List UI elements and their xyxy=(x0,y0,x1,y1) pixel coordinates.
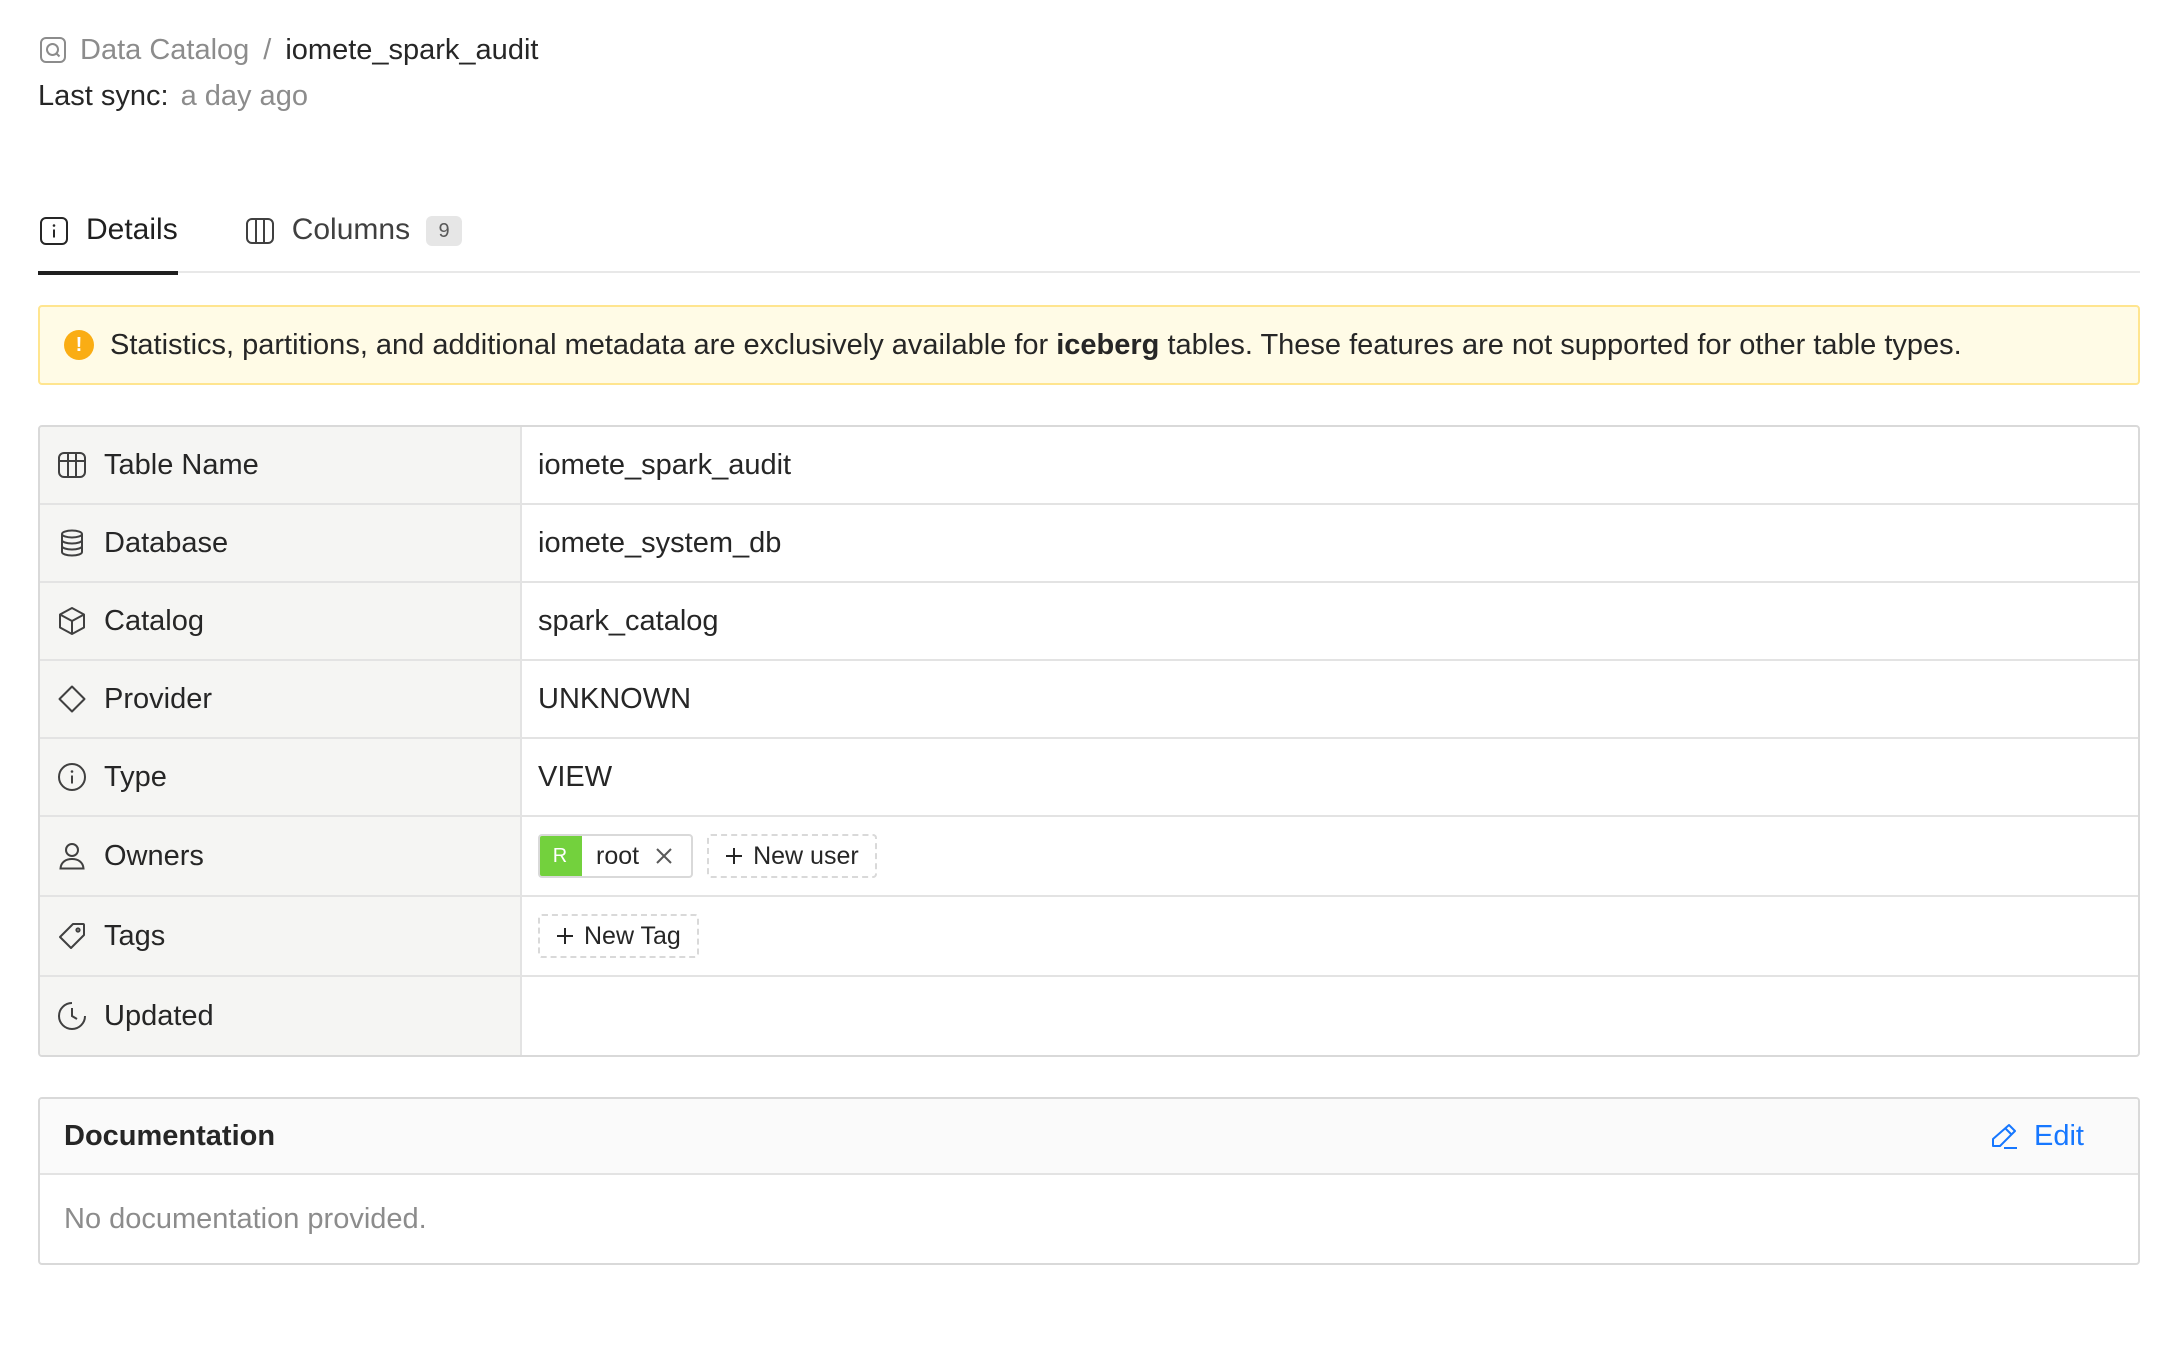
clock-icon xyxy=(56,1000,88,1032)
documentation-card: Documentation Edit No documentation prov… xyxy=(38,1097,2140,1265)
plus-icon xyxy=(554,925,576,947)
details-label-cell: Updated xyxy=(40,977,522,1055)
documentation-header: Documentation Edit xyxy=(40,1099,2138,1175)
breadcrumb-current: iomete_spark_audit xyxy=(285,33,539,66)
details-label-cell: Owners xyxy=(40,817,522,895)
alert-text-bold: iceberg xyxy=(1056,328,1160,361)
table-name-value: iomete_spark_audit xyxy=(538,448,792,481)
owners-label: Owners xyxy=(104,839,204,872)
details-label-cell: Database xyxy=(40,505,522,581)
close-icon[interactable] xyxy=(653,845,675,867)
info-icon xyxy=(56,761,88,793)
details-row-table-name: Table Name iomete_spark_audit xyxy=(40,427,2138,505)
catalog-label: Catalog xyxy=(104,604,204,637)
details-row-owners: Owners R root New user xyxy=(40,817,2138,897)
info-icon xyxy=(38,215,70,247)
alert-text-after: tables. These features are not supported… xyxy=(1159,328,1962,361)
details-label-cell: Type xyxy=(40,739,522,815)
data-catalog-icon xyxy=(38,35,68,65)
details-row-type: Type VIEW xyxy=(40,739,2138,817)
last-sync-value: a day ago xyxy=(180,80,308,112)
details-label-cell: Provider xyxy=(40,661,522,737)
tags-label: Tags xyxy=(104,919,166,952)
database-label: Database xyxy=(104,526,229,559)
table-name-label: Table Name xyxy=(104,448,259,481)
updated-label: Updated xyxy=(104,999,214,1032)
new-tag-label: New Tag xyxy=(584,921,681,950)
details-row-updated: Updated xyxy=(40,977,2138,1055)
tags-value: New Tag xyxy=(522,897,2138,975)
type-value: VIEW xyxy=(538,760,613,793)
details-row-database: Database iomete_system_db xyxy=(40,505,2138,583)
tab-columns[interactable]: Columns 9 xyxy=(244,211,463,273)
owner-name: root xyxy=(596,841,640,870)
columns-count-badge: 9 xyxy=(426,216,463,246)
database-value: iomete_system_db xyxy=(538,526,782,559)
avatar: R xyxy=(540,836,582,876)
diamond-icon xyxy=(56,683,88,715)
edit-label: Edit xyxy=(2034,1119,2084,1152)
catalog-value: spark_catalog xyxy=(538,604,719,637)
pencil-icon xyxy=(1988,1120,2020,1152)
tab-columns-label: Columns xyxy=(291,213,411,246)
tab-details[interactable]: Details xyxy=(38,211,178,275)
columns-icon xyxy=(244,215,276,247)
breadcrumb-separator: / xyxy=(263,33,272,66)
warning-icon: ! xyxy=(64,330,94,360)
type-label: Type xyxy=(104,760,167,793)
alert-message: Statistics, partitions, and additional m… xyxy=(110,329,1962,362)
new-user-label: New user xyxy=(753,841,859,870)
provider-value: UNKNOWN xyxy=(538,682,692,715)
tab-bar: Details Columns 9 xyxy=(38,211,2140,275)
owner-tag: R root xyxy=(538,834,694,878)
tag-icon xyxy=(56,920,88,952)
provider-label: Provider xyxy=(104,682,212,715)
edit-documentation-button[interactable]: Edit xyxy=(1988,1120,2084,1153)
documentation-title: Documentation xyxy=(64,1119,276,1152)
iceberg-info-alert: ! Statistics, partitions, and additional… xyxy=(38,305,2140,385)
details-label-cell: Table Name xyxy=(40,427,522,503)
details-row-catalog: Catalog spark_catalog xyxy=(40,583,2138,661)
details-table: Table Name iomete_spark_audit Database i… xyxy=(38,425,2140,1057)
new-user-button[interactable]: New user xyxy=(707,834,877,878)
details-row-provider: Provider UNKNOWN xyxy=(40,661,2138,739)
cube-icon xyxy=(56,605,88,637)
details-row-tags: Tags New Tag xyxy=(40,897,2138,977)
details-label-cell: Tags xyxy=(40,897,522,975)
updated-value xyxy=(522,977,2138,1055)
database-icon xyxy=(56,527,88,559)
owners-value: R root New user xyxy=(522,817,2138,895)
details-label-cell: Catalog xyxy=(40,583,522,659)
plus-icon xyxy=(723,845,745,867)
breadcrumb: Data Catalog / iomete_spark_audit xyxy=(38,28,2140,72)
last-sync-label: Last sync: xyxy=(38,80,169,112)
tab-details-label: Details xyxy=(86,213,178,246)
page: Data Catalog / iomete_spark_audit Last s… xyxy=(38,28,2140,1265)
alert-text-before: Statistics, partitions, and additional m… xyxy=(110,328,1057,361)
user-icon xyxy=(56,840,88,872)
breadcrumb-data-catalog-link[interactable]: Data Catalog xyxy=(80,34,249,67)
new-tag-button[interactable]: New Tag xyxy=(538,914,699,958)
table-icon xyxy=(56,449,88,481)
last-sync: Last sync: a day ago xyxy=(38,80,2140,113)
documentation-body: No documentation provided. xyxy=(64,1202,427,1235)
